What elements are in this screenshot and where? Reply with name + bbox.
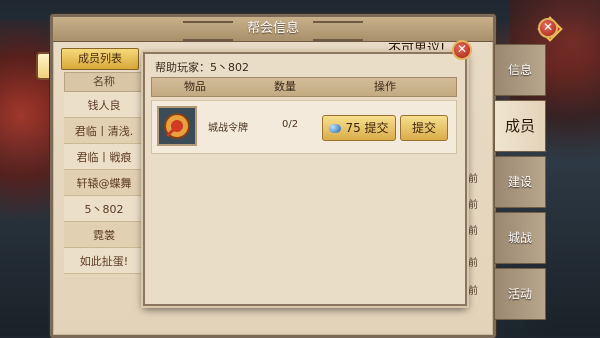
tab-construction[interactable]: 建设 — [494, 156, 546, 208]
gem-cost: 75 — [345, 121, 361, 135]
gem-submit-button[interactable]: 75 提交 — [322, 115, 396, 141]
submit-button[interactable]: 提交 — [400, 115, 448, 141]
list-item[interactable]: 轩辕@蝶舞 — [64, 170, 144, 196]
side-tab-bar: 信息 成员 建设 城战 活动 — [494, 44, 546, 324]
tab-members[interactable]: 成员 — [494, 100, 546, 152]
list-item[interactable]: 君临丨戦痕 — [64, 144, 144, 170]
window-title-text: 帮会信息 — [246, 21, 299, 36]
token-item-icon[interactable] — [157, 106, 197, 146]
list-item[interactable]: 5丶802 — [64, 196, 144, 222]
table-row: 城战令牌 0/2 75 提交 提交 — [151, 100, 457, 154]
gem-icon — [329, 124, 342, 133]
member-list: 名称 钱人良 君临丨清浅. 君临丨戦痕 轩辕@蝶舞 5丶802 霓裳 如此扯蛋! — [64, 72, 144, 274]
gem-submit-label: 提交 — [364, 121, 389, 135]
tab-city-war[interactable]: 城战 — [494, 212, 546, 264]
title-ornament — [183, 21, 233, 41]
member-list-header: 名称 — [64, 72, 144, 92]
item-quantity: 0/2 — [282, 119, 299, 130]
tab-events[interactable]: 活动 — [494, 268, 546, 320]
list-item[interactable]: 钱人良 — [64, 92, 144, 118]
list-item[interactable]: 如此扯蛋! — [64, 248, 144, 274]
column-item: 物品 — [184, 80, 206, 93]
column-quantity: 数量 — [274, 80, 296, 93]
close-icon[interactable]: ✕ — [538, 18, 558, 38]
column-action: 操作 — [374, 80, 396, 93]
close-icon[interactable]: ✕ — [452, 40, 472, 60]
help-popup: 帮助玩家：5丶802 物品 数量 操作 城战令牌 0/2 75 提交 提交 — [143, 52, 467, 306]
item-name: 城战令牌 — [208, 123, 248, 134]
help-player-label: 帮助玩家：5丶802 — [155, 61, 249, 74]
list-item[interactable]: 霓裳 — [64, 222, 144, 248]
member-list-tab[interactable]: 成员列表 — [61, 48, 139, 70]
tab-info[interactable]: 信息 — [494, 44, 546, 96]
item-table-header: 物品 数量 操作 — [151, 77, 457, 97]
title-ornament — [313, 21, 363, 41]
list-item[interactable]: 君临丨清浅. — [64, 118, 144, 144]
